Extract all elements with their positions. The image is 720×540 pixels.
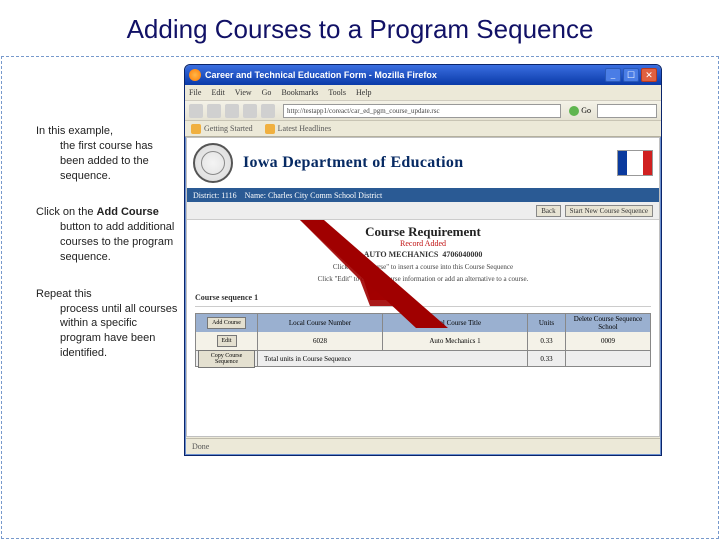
instructions-column: In this example, the first course has be…: [36, 124, 180, 383]
menu-bookmarks[interactable]: Bookmarks: [281, 88, 318, 97]
search-box[interactable]: [597, 104, 657, 118]
back-icon[interactable]: [189, 104, 203, 118]
page-header: Iowa Department of Education: [187, 138, 659, 188]
grid-header-number: Local Course Number: [258, 314, 383, 332]
grid-footer-blank: [566, 351, 650, 366]
department-title: Iowa Department of Education: [243, 154, 607, 172]
instruction-line-2: Click "Edit" to change course informatio…: [195, 275, 651, 283]
firefox-icon: [189, 69, 201, 81]
stop-icon[interactable]: [243, 104, 257, 118]
grid-header-title: Local Course Title: [383, 314, 528, 332]
bookmark-icon: [265, 124, 275, 134]
grid-cell-number: 6028: [258, 332, 383, 350]
program-name: AUTO MECHANICS: [364, 250, 439, 259]
bookmark-getting-started[interactable]: Getting Started: [191, 124, 253, 134]
menu-file[interactable]: File: [189, 88, 201, 97]
section-title: Course Requirement: [195, 224, 651, 240]
page-body: Course Requirement Record Added AUTO MEC…: [187, 220, 659, 371]
district-bar: District: 1116 Name: Charles City Comm S…: [187, 188, 659, 202]
program-code: 4706040000: [442, 250, 482, 259]
grid-cell-school: 0009: [566, 332, 650, 350]
instruction-para-1: In this example, the first course has be…: [36, 124, 180, 183]
grid-footer-copy: Copy Course Sequence: [196, 351, 258, 366]
district-id: District: 1116: [193, 191, 237, 200]
back-button[interactable]: Back: [536, 205, 560, 217]
grid-footer-row: Copy Course Sequence Total units in Cour…: [196, 350, 650, 366]
grid-data-row: Edit 6028 Auto Mechanics 1 0.33 0009: [196, 332, 650, 350]
add-course-button[interactable]: Add Course: [207, 317, 246, 329]
para2-bold: Add Course: [97, 206, 159, 218]
minimize-button[interactable]: _: [605, 68, 621, 82]
bookmark-latest-headlines[interactable]: Latest Headlines: [265, 124, 332, 134]
para1-rest: the first course has been added to the s…: [36, 139, 180, 184]
action-subbar: Back Start New Course Sequence: [187, 202, 659, 220]
bookmark-label-2: Latest Headlines: [278, 124, 332, 133]
para2-line1: Click on the Add Course: [36, 205, 180, 220]
go-icon[interactable]: [569, 106, 579, 116]
firefox-window: Career and Technical Education Form - Mo…: [184, 64, 662, 456]
menu-help[interactable]: Help: [356, 88, 372, 97]
instruction-para-2: Click on the Add Course button to add ad…: [36, 205, 180, 264]
bookmarks-toolbar: Getting Started Latest Headlines: [185, 121, 661, 137]
maximize-button[interactable]: ☐: [623, 68, 639, 82]
grid-footer-total-label: Total units in Course Sequence: [258, 351, 528, 366]
grid-header-addcourse: Add Course: [196, 314, 258, 332]
divider: [195, 306, 651, 307]
start-new-sequence-button[interactable]: Start New Course Sequence: [565, 205, 653, 217]
para3-line1: Repeat this: [36, 287, 180, 302]
grid-header-units: Units: [528, 314, 566, 332]
menu-bar: File Edit View Go Bookmarks Tools Help: [185, 85, 661, 101]
copy-sequence-button[interactable]: Copy Course Sequence: [198, 350, 255, 368]
para2-lead: Click on the: [36, 206, 97, 218]
menu-go[interactable]: Go: [262, 88, 272, 97]
instruction-line-1: Click "Add Course" to insert a course in…: [195, 263, 651, 271]
grid-cell-title: Auto Mechanics 1: [383, 332, 528, 350]
grid-cell-units: 0.33: [528, 332, 566, 350]
status-bar: Done: [186, 438, 660, 454]
para3-rest: process until all courses within a speci…: [36, 302, 180, 361]
menu-tools[interactable]: Tools: [328, 88, 346, 97]
bookmark-label-1: Getting Started: [204, 124, 253, 133]
url-bar[interactable]: http://testapp1/coreact/car_ed_pgm_cours…: [283, 104, 561, 118]
status-text: Done: [192, 442, 209, 451]
district-name: Name: Charles City Comm School District: [245, 191, 383, 200]
reload-icon[interactable]: [225, 104, 239, 118]
para2-rest: button to add additional courses to the …: [36, 220, 180, 265]
record-added-message: Record Added: [195, 239, 651, 248]
go-label: Go: [581, 106, 591, 115]
window-buttons: _ ☐ ✕: [605, 68, 657, 82]
iowa-flag-icon: [617, 150, 653, 176]
bookmark-icon: [191, 124, 201, 134]
slide-title: Adding Courses to a Program Sequence: [0, 0, 720, 51]
page-content: Iowa Department of Education District: 1…: [186, 137, 660, 437]
window-title: Career and Technical Education Form - Mo…: [205, 70, 605, 80]
close-button[interactable]: ✕: [641, 68, 657, 82]
home-icon[interactable]: [261, 104, 275, 118]
menu-view[interactable]: View: [235, 88, 252, 97]
instruction-para-3: Repeat this process until all courses wi…: [36, 287, 180, 361]
menu-edit[interactable]: Edit: [211, 88, 224, 97]
grid-cell-edit: Edit: [196, 332, 258, 350]
iowa-seal-icon: [193, 143, 233, 183]
sequence-label: Course sequence 1: [195, 293, 651, 302]
grid-header-row: Add Course Local Course Number Local Cou…: [196, 314, 650, 332]
window-titlebar: Career and Technical Education Form - Mo…: [185, 65, 661, 85]
edit-button[interactable]: Edit: [217, 335, 237, 347]
grid-footer-total-value: 0.33: [528, 351, 566, 366]
forward-icon[interactable]: [207, 104, 221, 118]
course-grid: Add Course Local Course Number Local Cou…: [195, 313, 651, 367]
para1-line1: In this example,: [36, 124, 180, 139]
grid-header-delete: Delete Course Sequence School: [566, 314, 650, 332]
program-line: AUTO MECHANICS 4706040000: [195, 250, 651, 259]
navigation-toolbar: http://testapp1/coreact/car_ed_pgm_cours…: [185, 101, 661, 121]
